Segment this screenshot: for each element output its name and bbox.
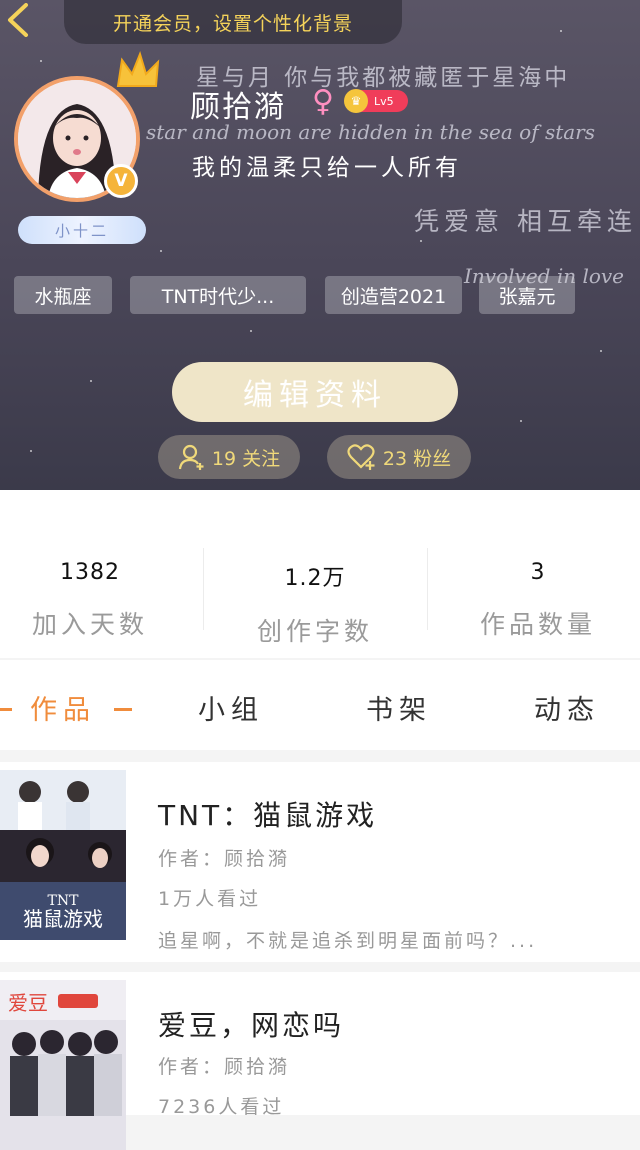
level-badge[interactable]: ♛ Lv5 — [344, 89, 408, 113]
work-cover[interactable]: TNT 猫鼠游戏 — [0, 770, 126, 940]
following-count: 19 关注 — [211, 447, 281, 470]
star-decoration — [520, 420, 522, 422]
tag-zodiac[interactable]: 水瓶座 — [14, 276, 112, 314]
work-author: 作者：顾拾漪 — [158, 848, 291, 870]
star-decoration — [40, 60, 42, 62]
stat-days: 1382 加入天数 — [0, 490, 180, 658]
tab-bar: 作品 小组 书架 动态 — [0, 660, 640, 750]
tag-idol[interactable]: 张嘉元 — [479, 276, 575, 314]
work-item[interactable]: TNT 猫鼠游戏 TNT：猫鼠游戏 作者：顾拾漪 1万人看过 追星啊，不就是追杀… — [0, 762, 640, 962]
profile-header: 开通会员，设置个性化背景 星与月 你与我都被藏匿于星海中 star and mo… — [0, 0, 640, 490]
star-decoration — [250, 330, 252, 332]
edit-profile-button[interactable]: 编辑资料 — [172, 362, 458, 422]
work-author: 作者：顾拾漪 — [158, 1056, 291, 1078]
tab-bookshelf[interactable]: 书架 — [366, 688, 432, 727]
star-decoration — [600, 350, 602, 352]
tab-indicator — [0, 708, 12, 711]
bio: 我的温柔只给一人所有 — [192, 155, 462, 181]
chevron-left-icon — [8, 3, 28, 37]
followers-count: 23 粉丝 — [382, 447, 452, 470]
stat-value: 3 — [530, 560, 546, 585]
level-crown-icon: ♛ — [344, 89, 368, 113]
work-title[interactable]: 爱豆，网恋吗 — [158, 1004, 344, 1044]
tag-group[interactable]: TNT时代少... — [130, 276, 306, 314]
star-decoration — [90, 380, 92, 382]
gender-female-icon: ♀ — [312, 84, 334, 119]
background-poem-line: 凭爱意 相互牵连 — [414, 207, 637, 236]
stats-panel: 1382 加入天数 1.2万 创作字数 3 作品数量 — [0, 490, 640, 658]
work-item[interactable]: 爱豆 爱豆，网恋吗 作者：顾拾漪 7236人看过 — [0, 972, 640, 1150]
svg-text:猫鼠游戏: 猫鼠游戏 — [23, 907, 103, 931]
divider — [427, 548, 428, 630]
followers-button[interactable]: 23 粉丝 — [327, 435, 471, 479]
svg-text:爱豆: 爱豆 — [8, 991, 48, 1015]
crown-icon — [116, 50, 160, 87]
stat-works: 3 作品数量 — [448, 490, 628, 658]
tab-works[interactable]: 作品 — [30, 688, 96, 727]
work-views: 1万人看过 — [158, 888, 262, 910]
star-decoration — [30, 450, 32, 452]
cover-image: TNT 猫鼠游戏 — [0, 770, 126, 940]
work-cover[interactable]: 爱豆 — [0, 980, 126, 1150]
tag-show[interactable]: 创造营2021 — [325, 276, 462, 314]
heart-plus-icon — [347, 444, 375, 470]
tab-indicator — [114, 708, 132, 711]
stat-value: 1.2万 — [284, 566, 346, 591]
vip-banner[interactable]: 开通会员，设置个性化背景 — [64, 0, 402, 44]
cover-image: 爱豆 — [0, 980, 126, 1150]
stat-words: 1.2万 创作字数 — [225, 490, 405, 658]
star-decoration — [560, 30, 562, 32]
work-summary: 追星啊，不就是追杀到明星面前吗？... — [158, 930, 538, 952]
nickname-plate: 小十二 — [18, 216, 146, 244]
add-user-icon — [178, 444, 204, 470]
level-text: Lv5 — [374, 94, 394, 108]
verified-badge: V — [104, 164, 138, 198]
back-button[interactable] — [0, 0, 36, 40]
tab-activity[interactable]: 动态 — [534, 688, 600, 727]
star-decoration — [420, 240, 422, 242]
username: 顾拾漪 — [190, 90, 286, 125]
tab-groups[interactable]: 小组 — [198, 688, 264, 727]
star-decoration — [160, 250, 162, 252]
work-title[interactable]: TNT：猫鼠游戏 — [158, 794, 377, 834]
stat-label: 创作字数 — [256, 617, 373, 646]
stat-label: 加入天数 — [31, 610, 148, 639]
divider — [203, 548, 204, 630]
following-button[interactable]: 19 关注 — [158, 435, 300, 479]
stat-value: 1382 — [60, 560, 120, 585]
stat-label: 作品数量 — [479, 610, 596, 639]
